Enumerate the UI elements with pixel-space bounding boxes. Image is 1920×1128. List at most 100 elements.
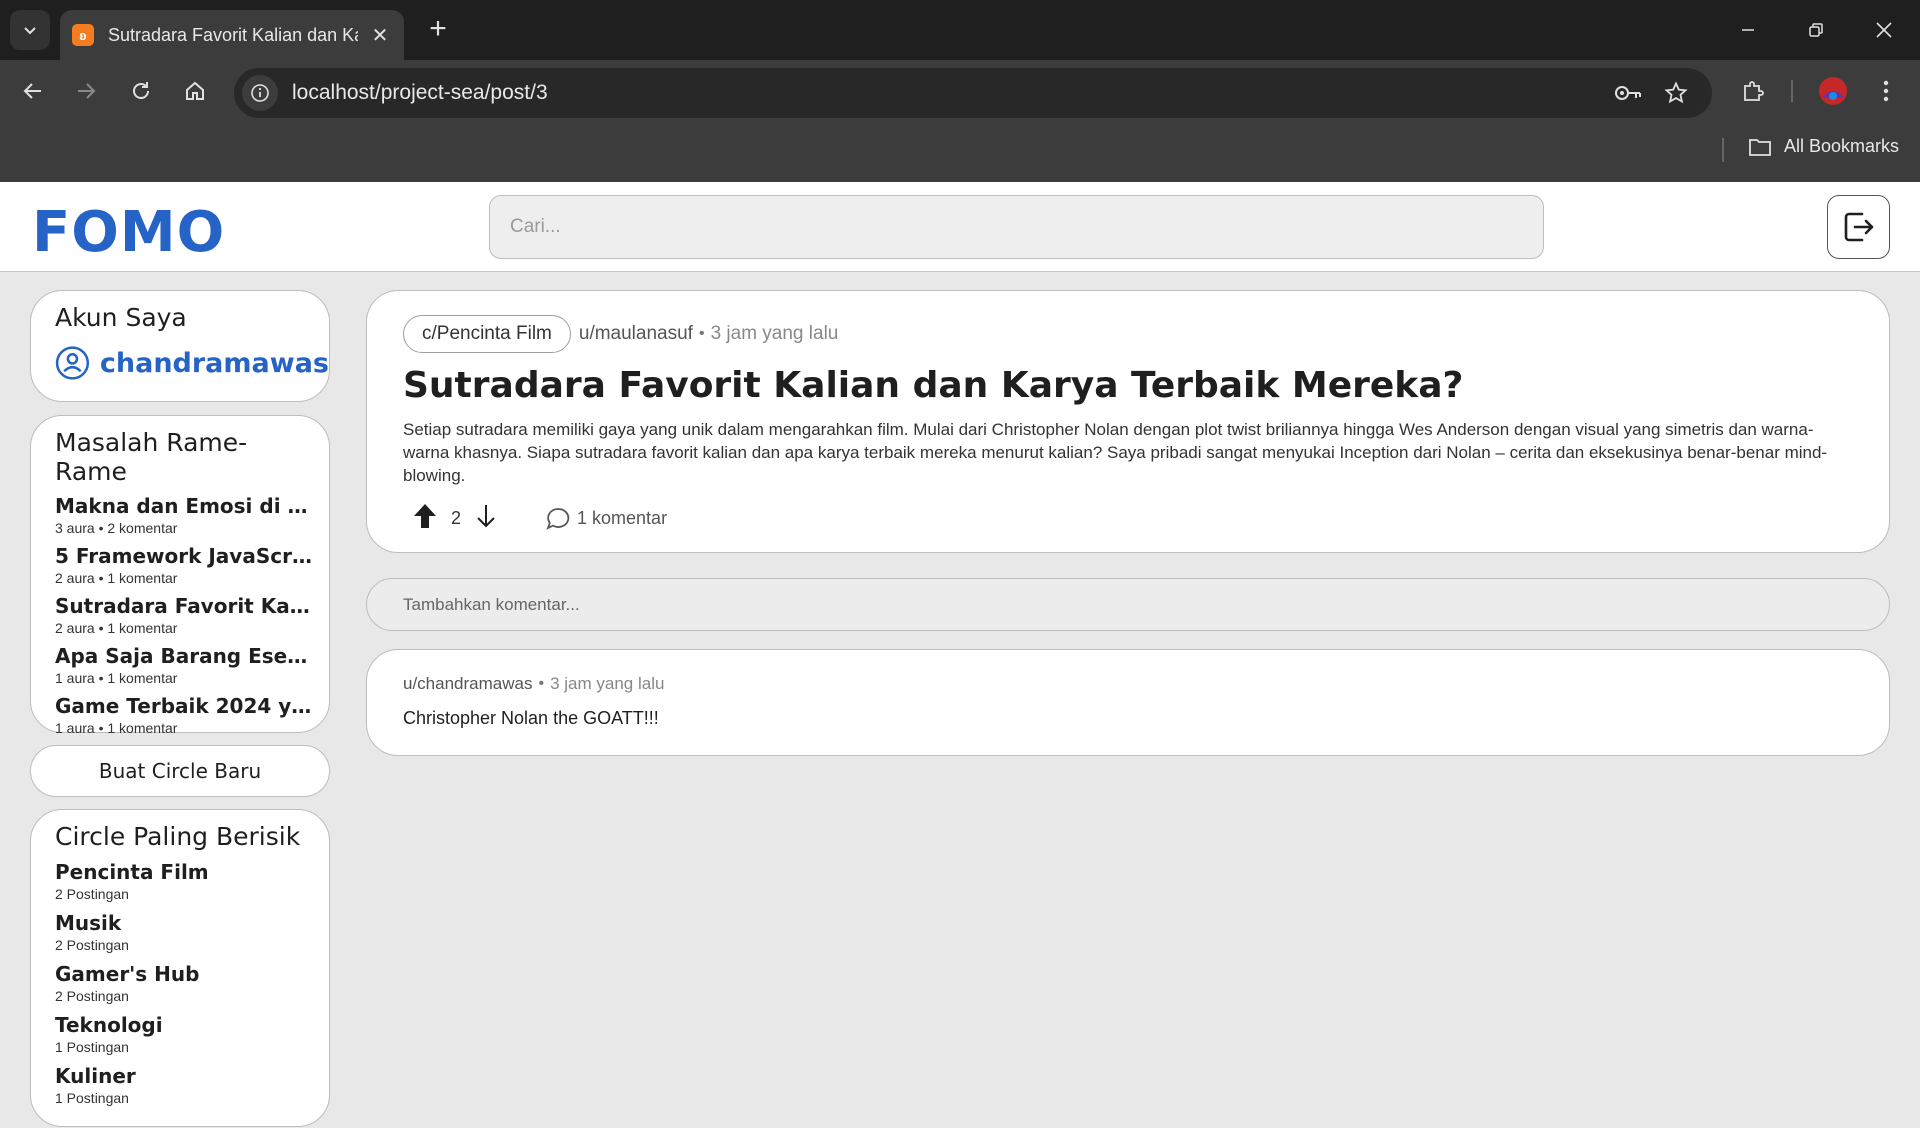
minimize-icon: [1742, 29, 1754, 31]
trending-item-title: Makna dan Emosi di Balik Lagu: [55, 494, 313, 518]
forward-button[interactable]: [68, 73, 104, 109]
logout-button[interactable]: [1827, 195, 1890, 259]
trending-item[interactable]: Sutradara Favorit Kalian dan Karya Terba…: [55, 594, 313, 636]
top-circles-card: Circle Paling Berisik Pencinta Film 2 Po…: [30, 809, 330, 1127]
downvote-button[interactable]: [475, 503, 497, 534]
arrow-up-filled-icon: [414, 504, 436, 528]
trending-item[interactable]: 5 Framework JavaScript Terbaik 2 aura • …: [55, 544, 313, 586]
circle-name: Pencinta Film: [55, 860, 209, 884]
meta-separator-dot: •: [538, 675, 545, 692]
key-icon: [1615, 86, 1641, 100]
create-circle-button[interactable]: Buat Circle Baru: [30, 745, 330, 797]
close-tab-icon[interactable]: ✕: [368, 23, 392, 48]
add-comment-input[interactable]: [366, 578, 1890, 631]
circle-name: Gamer's Hub: [55, 962, 200, 986]
address-bar[interactable]: localhost/project-sea/post/3: [234, 68, 1712, 118]
post-author[interactable]: u/maulanasuf: [579, 323, 693, 345]
restore-button[interactable]: [1792, 12, 1840, 48]
reload-icon: [133, 82, 149, 99]
circle-name: Teknologi: [55, 1013, 163, 1037]
trending-item-title: 5 Framework JavaScript Terbaik: [55, 544, 313, 568]
user-circle-icon: [55, 346, 90, 380]
bookmarks-bar: All Bookmarks: [0, 122, 1920, 182]
arrow-down-outline-icon: [477, 505, 495, 528]
close-window-button[interactable]: [1860, 12, 1908, 48]
bookmark-star-button[interactable]: [1658, 75, 1694, 111]
site-header: FOMO: [0, 182, 1920, 272]
circle-post-count: 2 Postingan: [55, 988, 129, 1004]
browser-tab[interactable]: ʚ Sutradara Favorit Kalian dan Karya Ter…: [60, 10, 404, 60]
profile-avatar-icon: [1819, 77, 1847, 105]
browser-tab-strip: ʚ Sutradara Favorit Kalian dan Karya Ter…: [0, 0, 1920, 60]
circle-list-item[interactable]: Musik 2 Postingan: [55, 911, 311, 953]
trending-item-meta: 1 aura • 1 komentar: [55, 670, 178, 686]
all-bookmarks-label: All Bookmarks: [1784, 136, 1900, 156]
circle-post-count: 2 Postingan: [55, 937, 129, 953]
toolbar-divider: [1791, 80, 1793, 102]
trending-card-title: Masalah Rame-Rame: [55, 428, 248, 486]
comment-meta: u/chandramawas • 3 jam yang lalu: [403, 674, 1853, 694]
more-vertical-icon: [1883, 80, 1889, 102]
reload-button[interactable]: [123, 73, 159, 109]
new-tab-plus-icon[interactable]: +: [422, 14, 454, 46]
post-actions: 2 1 komentar: [413, 503, 1853, 534]
password-key-button[interactable]: [1610, 75, 1646, 111]
account-card-title: Akun Saya: [55, 303, 187, 332]
home-icon: [186, 81, 204, 100]
trending-item-title: Sutradara Favorit Kalian dan Karya Terba…: [55, 594, 313, 618]
back-button[interactable]: [15, 73, 51, 109]
circle-list-item[interactable]: Pencinta Film 2 Postingan: [55, 860, 311, 902]
post-meta: c/Pencinta Film u/maulanasuf • 3 jam yan…: [403, 315, 1853, 353]
account-user-link[interactable]: chandramawas: [55, 342, 329, 384]
browser-menu-button[interactable]: [1868, 73, 1904, 109]
comment-timestamp: 3 jam yang lalu: [550, 674, 665, 693]
folder-icon: [1749, 138, 1771, 156]
comment-count-button[interactable]: 1 komentar: [545, 506, 667, 532]
minimize-button[interactable]: [1724, 12, 1772, 48]
circle-name: Kuliner: [55, 1064, 136, 1088]
circle-post-count: 2 Postingan: [55, 886, 129, 902]
trending-item-title: Game Terbaik 2024 yang Wajib Dimainkan: [55, 694, 313, 718]
search-input[interactable]: [489, 195, 1544, 259]
comment-card: u/chandramawas • 3 jam yang lalu Christo…: [366, 649, 1890, 756]
comment-text: Christopher Nolan the GOATT!!!: [403, 708, 659, 728]
trending-item-meta: 2 aura • 1 komentar: [55, 570, 178, 586]
meta-separator-dot: •: [698, 325, 705, 342]
upvote-button[interactable]: [413, 503, 437, 534]
tab-search-button[interactable]: [10, 10, 50, 50]
top-circles-card-title: Circle Paling Berisik: [55, 822, 301, 851]
comment-count-label: 1 komentar: [577, 508, 668, 528]
trending-item[interactable]: Apa Saja Barang Esensial untuk Setup 1 a…: [55, 644, 313, 686]
account-username: chandramawas: [99, 347, 329, 379]
post-circle-tag[interactable]: c/Pencinta Film: [403, 315, 571, 353]
bookmarks-divider: [1722, 138, 1724, 162]
browser-toolbar: localhost/project-sea/post/3: [0, 60, 1920, 122]
circle-list-item[interactable]: Teknologi 1 Postingan: [55, 1013, 311, 1055]
circle-list-item[interactable]: Kuliner 1 Postingan: [55, 1064, 311, 1106]
circle-list-item[interactable]: Gamer's Hub 2 Postingan: [55, 962, 311, 1004]
xampp-favicon-icon: ʚ: [72, 24, 94, 46]
trending-card: Masalah Rame-Rame Makna dan Emosi di Bal…: [30, 415, 330, 736]
close-icon: [1876, 22, 1892, 38]
trending-item-meta: 3 aura • 2 komentar: [55, 520, 178, 536]
puzzle-icon: [1744, 81, 1764, 101]
arrow-right-icon: [78, 83, 96, 99]
vote-count: 2: [451, 508, 462, 528]
site-info-button[interactable]: [242, 75, 278, 111]
restore-icon: [1809, 23, 1823, 37]
chevron-down-icon: [24, 27, 36, 35]
all-bookmarks-button[interactable]: All Bookmarks: [1748, 136, 1899, 157]
trending-item[interactable]: Game Terbaik 2024 yang Wajib Dimainkan 1…: [55, 694, 313, 736]
trending-item[interactable]: Makna dan Emosi di Balik Lagu 3 aura • 2…: [55, 494, 313, 536]
trending-item-meta: 2 aura • 1 komentar: [55, 620, 178, 636]
profile-button[interactable]: [1815, 73, 1851, 109]
url-text: localhost/project-sea/post/3: [292, 81, 548, 104]
trending-item-title: Apa Saja Barang Esensial untuk Setup: [55, 644, 313, 668]
site-logo[interactable]: FOMO: [32, 200, 225, 265]
comment-author[interactable]: u/chandramawas: [403, 674, 532, 694]
circle-name: Musik: [55, 911, 122, 935]
home-button[interactable]: [177, 73, 213, 109]
circle-post-count: 1 Postingan: [55, 1090, 129, 1106]
star-icon: [1664, 81, 1688, 104]
extensions-button[interactable]: [1735, 73, 1771, 109]
